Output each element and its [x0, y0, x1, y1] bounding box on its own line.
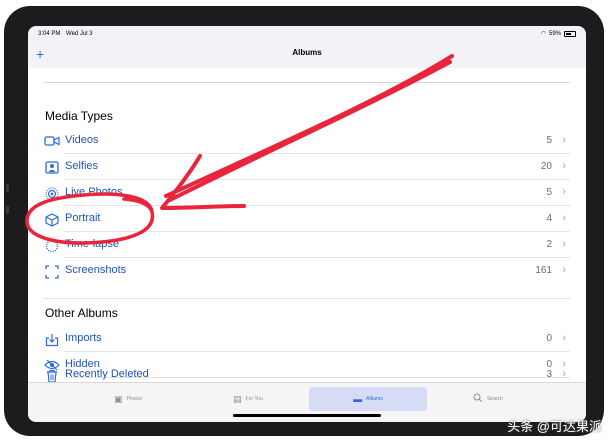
status-time: 3:04 PM — [38, 31, 61, 37]
album-count: 5 — [546, 187, 552, 198]
album-label: Live Photos — [65, 186, 123, 198]
album-label: Selfies — [65, 160, 99, 172]
section-title-other-albums: Other Albums — [45, 306, 118, 320]
watermark: 头条 @可达果派 — [507, 419, 602, 434]
chevron-right-icon: › — [562, 160, 566, 172]
import-icon — [44, 333, 60, 347]
album-label: Portrait — [65, 212, 101, 224]
album-label: Imports — [65, 332, 102, 344]
tab-albums[interactable]: ▬ Albums — [309, 387, 427, 411]
screenshot-icon — [44, 265, 60, 279]
chevron-right-icon: › — [562, 186, 566, 198]
album-count: 3 — [546, 369, 552, 380]
search-icon — [473, 393, 483, 405]
album-count: 161 — [535, 265, 552, 276]
tab-photos[interactable]: ▣ Photos — [68, 387, 188, 411]
wifi-icon: ◠ — [540, 31, 546, 37]
album-count: 4 — [546, 213, 552, 224]
ipad-frame: 3:04 PM Wed Jul 3 ◠ 59% + Albums Media T… — [4, 6, 604, 436]
live-photo-icon — [44, 187, 60, 201]
person-square-icon — [44, 161, 60, 174]
photos-icon: ▣ — [113, 393, 123, 404]
album-row-portrait[interactable]: Portrait 4 › — [44, 206, 570, 232]
screen: 3:04 PM Wed Jul 3 ◠ 59% + Albums Media T… — [28, 26, 586, 422]
battery-icon — [564, 30, 576, 37]
divider — [44, 82, 570, 83]
chevron-right-icon: › — [562, 134, 566, 146]
video-camera-icon — [44, 135, 60, 148]
album-row-selfies[interactable]: Selfies 20 › — [44, 154, 570, 180]
battery-percent: 59% — [548, 30, 561, 37]
album-row-time-lapse[interactable]: Time-lapse 2 › — [44, 232, 570, 258]
device-side-button — [6, 184, 9, 192]
album-count: 5 — [546, 135, 552, 146]
status-date: Wed Jul 3 — [66, 31, 93, 37]
album-count: 0 — [546, 333, 552, 344]
chevron-right-icon: › — [562, 212, 566, 224]
album-count: 2 — [546, 239, 552, 250]
status-bar: 3:04 PM Wed Jul 3 ◠ 59% — [28, 26, 586, 42]
page-title: Albums — [292, 48, 322, 57]
for-you-icon: ▤ — [233, 393, 242, 404]
album-row-screenshots[interactable]: Screenshots 161 › — [44, 258, 570, 284]
album-count: 20 — [540, 161, 552, 172]
album-label: Screenshots — [65, 264, 127, 276]
album-row-videos[interactable]: Videos 5 › — [44, 128, 570, 154]
section-title-media-types: Media Types — [45, 109, 113, 123]
tab-for-you[interactable]: ▤ For You — [188, 387, 308, 411]
album-label: Time-lapse — [65, 238, 119, 250]
album-row-imports[interactable]: Imports 0 › — [44, 326, 570, 352]
album-row-live-photos[interactable]: Live Photos 5 › — [44, 180, 570, 206]
chevron-right-icon: › — [562, 368, 566, 380]
album-label: Recently Deleted — [65, 368, 149, 380]
trash-icon — [44, 369, 60, 383]
chevron-right-icon: › — [562, 264, 566, 276]
cube-icon — [44, 213, 60, 227]
tab-search[interactable]: Search — [428, 387, 548, 411]
home-indicator — [233, 414, 381, 417]
divider — [44, 298, 570, 299]
nav-bar: + Albums — [28, 42, 586, 66]
album-label: Videos — [65, 134, 99, 146]
albums-icon: ▬ — [353, 394, 363, 404]
chevron-right-icon: › — [562, 238, 566, 250]
device-side-button — [6, 206, 9, 214]
albums-list: Media Types Videos 5 › Selfies 20 › Live… — [28, 68, 586, 383]
chevron-right-icon: › — [562, 332, 566, 344]
timelapse-icon — [44, 239, 60, 253]
